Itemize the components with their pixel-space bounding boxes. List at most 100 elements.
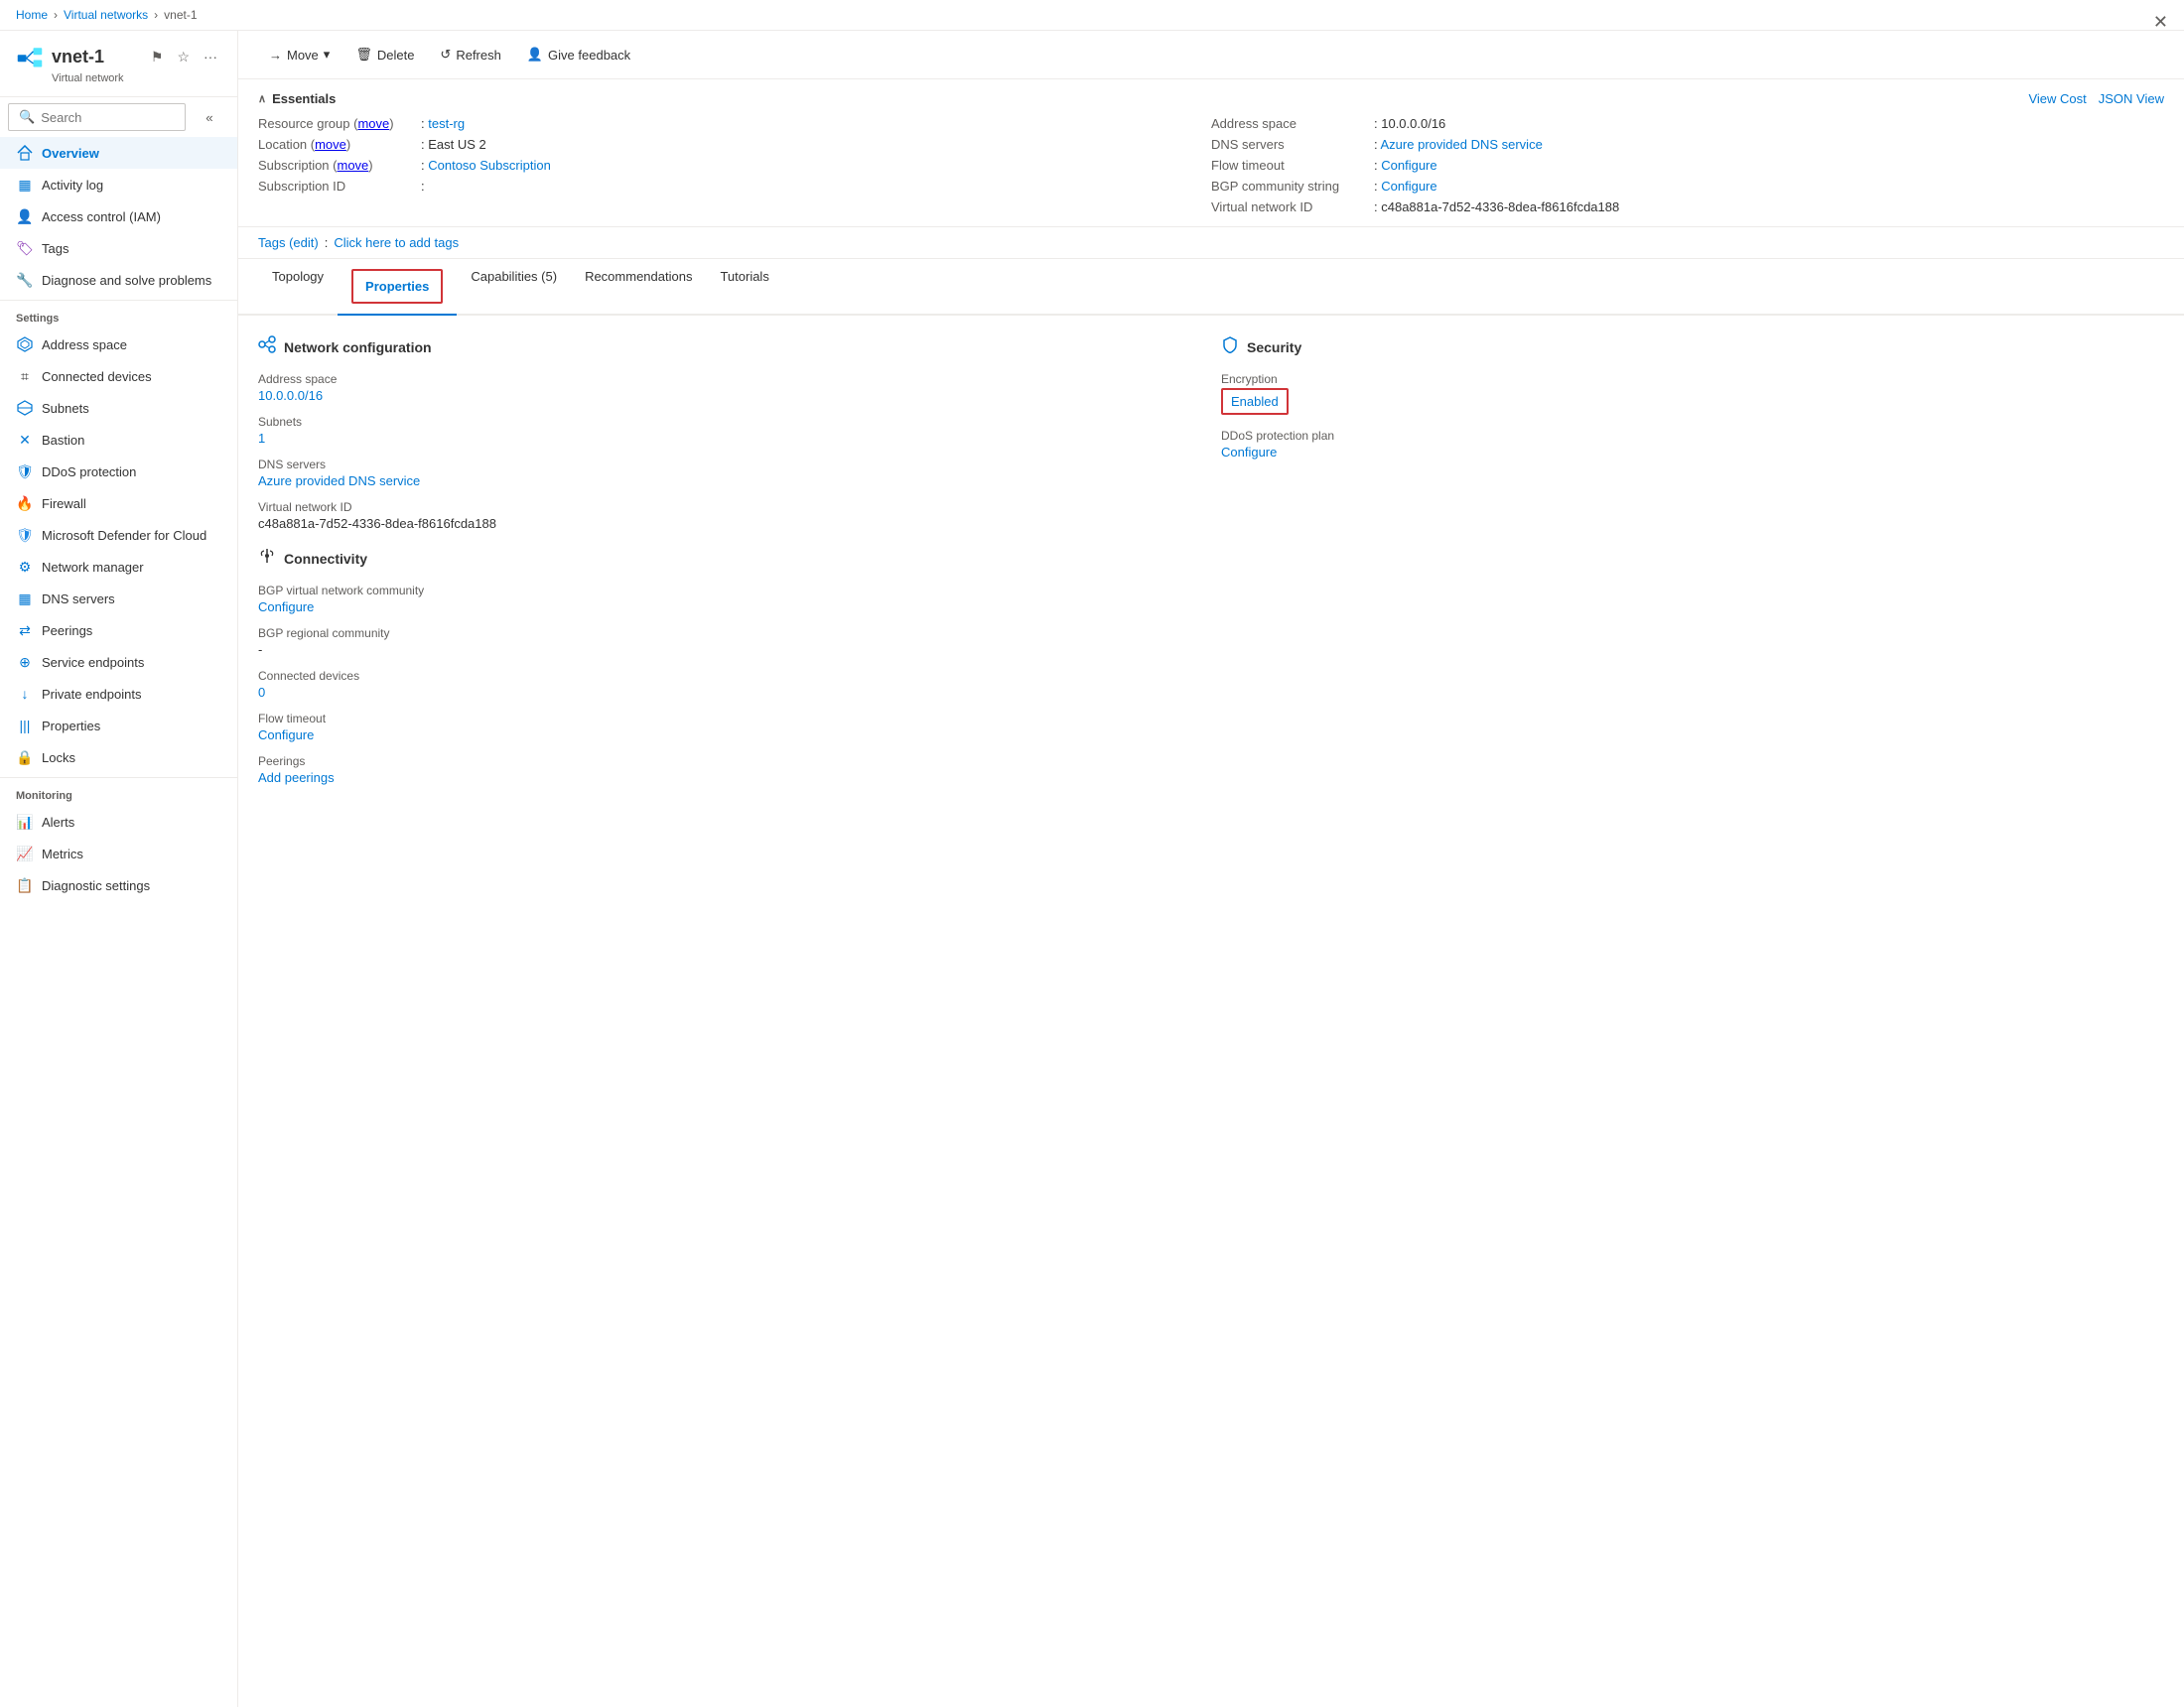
sidebar-item-network-manager[interactable]: ⚙ Network manager [0, 551, 237, 583]
sidebar-item-dns-servers[interactable]: ▦ DNS servers [0, 583, 237, 614]
breadcrumb-home[interactable]: Home [16, 8, 48, 22]
prop-vnet-id-value: c48a881a-7d52-4336-8dea-f8616fcda188 [258, 516, 1201, 531]
pin-icon[interactable]: ⚑ [147, 47, 168, 67]
sidebar-label-address-space: Address space [42, 337, 127, 352]
sidebar-label-diagnostic-settings: Diagnostic settings [42, 878, 150, 893]
prop-ddos-plan-value-link[interactable]: Configure [1221, 445, 1277, 460]
tab-capabilities[interactable]: Capabilities (5) [457, 259, 571, 316]
sidebar-item-defender[interactable]: 🛡 Microsoft Defender for Cloud [0, 519, 237, 551]
dns-servers-ess-label: DNS servers [1211, 137, 1370, 152]
sidebar-label-overview: Overview [42, 146, 99, 161]
resource-group-move-link[interactable]: move [357, 116, 389, 131]
add-tags-link[interactable]: Click here to add tags [334, 235, 459, 250]
sidebar-item-properties[interactable]: ||| Properties [0, 710, 237, 741]
prop-encryption: Encryption Enabled [1221, 372, 2164, 417]
connectivity-icon [258, 547, 276, 570]
sidebar-label-alerts: Alerts [42, 815, 74, 830]
tab-properties[interactable]: Properties [338, 259, 457, 316]
sidebar-item-diagnose[interactable]: 🔧 Diagnose and solve problems [0, 264, 237, 296]
peerings-icon: ⇄ [16, 621, 34, 639]
sidebar-item-connected-devices[interactable]: ⌗ Connected devices [0, 360, 237, 392]
sidebar-item-metrics[interactable]: 📈 Metrics [0, 838, 237, 869]
subscription-move-link[interactable]: move [337, 158, 368, 173]
sidebar-item-private-endpoints[interactable]: ↓ Private endpoints [0, 678, 237, 710]
main-content: ✕ → Move ▾ 🗑 Delete ↺ Refresh 👤 Give fee… [238, 31, 2184, 1707]
vnet-id-ess-label: Virtual network ID [1211, 199, 1370, 214]
resource-group-label: Resource group (move) [258, 116, 417, 131]
breadcrumb-section[interactable]: Virtual networks [64, 8, 148, 22]
prop-bgp-community-label: BGP virtual network community [258, 584, 1201, 597]
iam-icon: 👤 [16, 207, 34, 225]
network-manager-icon: ⚙ [16, 558, 34, 576]
prop-dns-servers: DNS servers Azure provided DNS service [258, 458, 1201, 488]
refresh-button[interactable]: ↺ Refresh [429, 41, 511, 68]
prop-flow-timeout-value-link[interactable]: Configure [258, 727, 314, 742]
breadcrumb: Home › Virtual networks › vnet-1 [0, 0, 2184, 31]
sidebar-item-tags[interactable]: 🏷 Tags [0, 232, 237, 264]
alerts-icon: 📊 [16, 813, 34, 831]
flow-timeout-ess-label: Flow timeout [1211, 158, 1370, 173]
sidebar-item-iam[interactable]: 👤 Access control (IAM) [0, 200, 237, 232]
more-icon[interactable]: ··· [200, 47, 221, 66]
breadcrumb-current: vnet-1 [164, 8, 197, 22]
prop-address-space-value-link[interactable]: 10.0.0.0/16 [258, 388, 323, 403]
resource-group-value-link[interactable]: test-rg [428, 116, 465, 131]
refresh-label: Refresh [456, 48, 501, 63]
prop-bgp-community-value-link[interactable]: Configure [258, 599, 314, 614]
sidebar-subtitle: Virtual network [52, 72, 221, 84]
sidebar-item-firewall[interactable]: 🔥 Firewall [0, 487, 237, 519]
location-label: Location (move) [258, 137, 417, 152]
tab-topology[interactable]: Topology [258, 259, 338, 316]
network-config-section: Network configuration Address space 10.0… [258, 335, 1201, 797]
sidebar-item-subnets[interactable]: Subnets [0, 392, 237, 424]
sidebar-label-subnets: Subnets [42, 401, 89, 416]
bgp-ess-value-link[interactable]: Configure [1381, 179, 1436, 194]
sidebar-label-ddos: DDoS protection [42, 464, 136, 479]
prop-encryption-value-link[interactable]: Enabled [1231, 394, 1279, 409]
sidebar-label-properties: Properties [42, 719, 100, 733]
flow-timeout-ess-value-link[interactable]: Configure [1381, 158, 1436, 173]
sidebar-item-peerings[interactable]: ⇄ Peerings [0, 614, 237, 646]
properties-icon: ||| [16, 717, 34, 734]
view-cost-link[interactable]: View Cost [2028, 91, 2086, 106]
prop-subnets-value-link[interactable]: 1 [258, 431, 265, 446]
monitoring-section-label: Monitoring [0, 777, 237, 806]
delete-button[interactable]: 🗑 Delete [344, 41, 425, 68]
sidebar-item-locks[interactable]: 🔒 Locks [0, 741, 237, 773]
tab-tutorials[interactable]: Tutorials [706, 259, 782, 316]
sidebar-item-bastion[interactable]: ✕ Bastion [0, 424, 237, 456]
prop-dns-value-link[interactable]: Azure provided DNS service [258, 473, 420, 488]
prop-peerings-value-link[interactable]: Add peerings [258, 770, 335, 785]
prop-peerings: Peerings Add peerings [258, 754, 1201, 785]
service-endpoints-icon: ⊕ [16, 653, 34, 671]
sidebar-item-address-space[interactable]: Address space [0, 328, 237, 360]
feedback-button[interactable]: 👤 Give feedback [516, 41, 641, 68]
dns-servers-ess-value-link[interactable]: Azure provided DNS service [1381, 137, 1543, 152]
search-input[interactable] [41, 110, 175, 125]
sidebar-item-service-endpoints[interactable]: ⊕ Service endpoints [0, 646, 237, 678]
subnets-icon [16, 399, 34, 417]
location-move-link[interactable]: move [315, 137, 346, 152]
sidebar-item-ddos[interactable]: 🛡 DDoS protection [0, 456, 237, 487]
prop-connected-devices-value-link[interactable]: 0 [258, 685, 265, 700]
connectivity-title: Connectivity [284, 551, 367, 567]
tab-recommendations[interactable]: Recommendations [571, 259, 706, 316]
collapse-button[interactable]: « [198, 105, 221, 129]
sidebar-item-activity-log[interactable]: ▦ Activity log [0, 169, 237, 200]
sidebar-item-diagnostic-settings[interactable]: 📋 Diagnostic settings [0, 869, 237, 901]
search-box[interactable]: 🔍 [8, 103, 186, 131]
move-button[interactable]: → Move ▾ [258, 41, 341, 68]
tags-edit-link[interactable]: Tags (edit) [258, 235, 319, 250]
prop-subnets-label: Subnets [258, 415, 1201, 429]
json-view-link[interactable]: JSON View [2099, 91, 2164, 106]
sidebar-item-overview[interactable]: Overview [0, 137, 237, 169]
tabs-bar: Topology Properties Capabilities (5) Rec… [238, 259, 2184, 316]
close-button[interactable]: ✕ [2153, 31, 2168, 33]
subscription-value-link[interactable]: Contoso Subscription [428, 158, 551, 173]
sidebar-label-network-manager: Network manager [42, 560, 144, 575]
star-icon[interactable]: ☆ [173, 47, 194, 67]
prop-vnet-id-label: Virtual network ID [258, 500, 1201, 514]
tags-icon: 🏷 [16, 239, 34, 257]
bgp-ess-label: BGP community string [1211, 179, 1370, 194]
sidebar-item-alerts[interactable]: 📊 Alerts [0, 806, 237, 838]
